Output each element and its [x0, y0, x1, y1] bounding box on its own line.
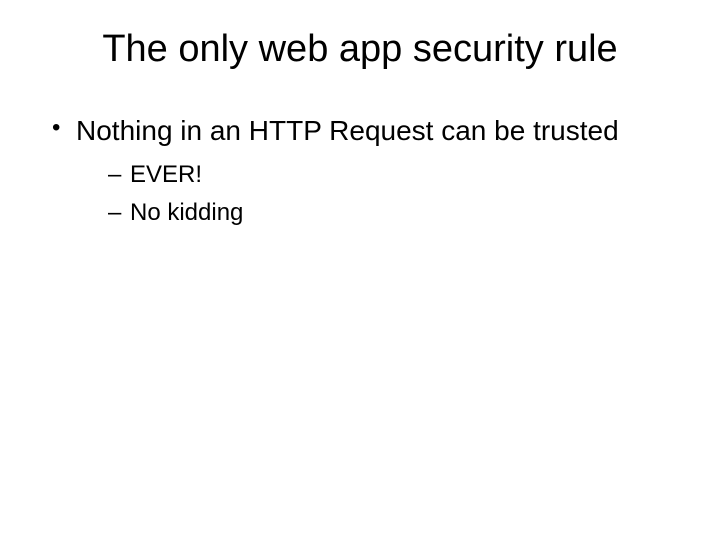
- bullet-text: Nothing in an HTTP Request can be truste…: [76, 115, 619, 146]
- sub-bullet-text: EVER!: [130, 161, 202, 188]
- bullet-list: Nothing in an HTTP Request can be truste…: [40, 113, 680, 229]
- slide-container: The only web app security rule Nothing i…: [0, 0, 720, 540]
- sub-bullet-list: EVER! No kidding: [76, 158, 680, 229]
- sub-bullet-item: No kidding: [108, 196, 680, 230]
- bullet-item: Nothing in an HTTP Request can be truste…: [48, 113, 680, 229]
- sub-bullet-text: No kidding: [130, 199, 243, 226]
- slide-title: The only web app security rule: [40, 28, 680, 71]
- sub-bullet-item: EVER!: [108, 158, 680, 192]
